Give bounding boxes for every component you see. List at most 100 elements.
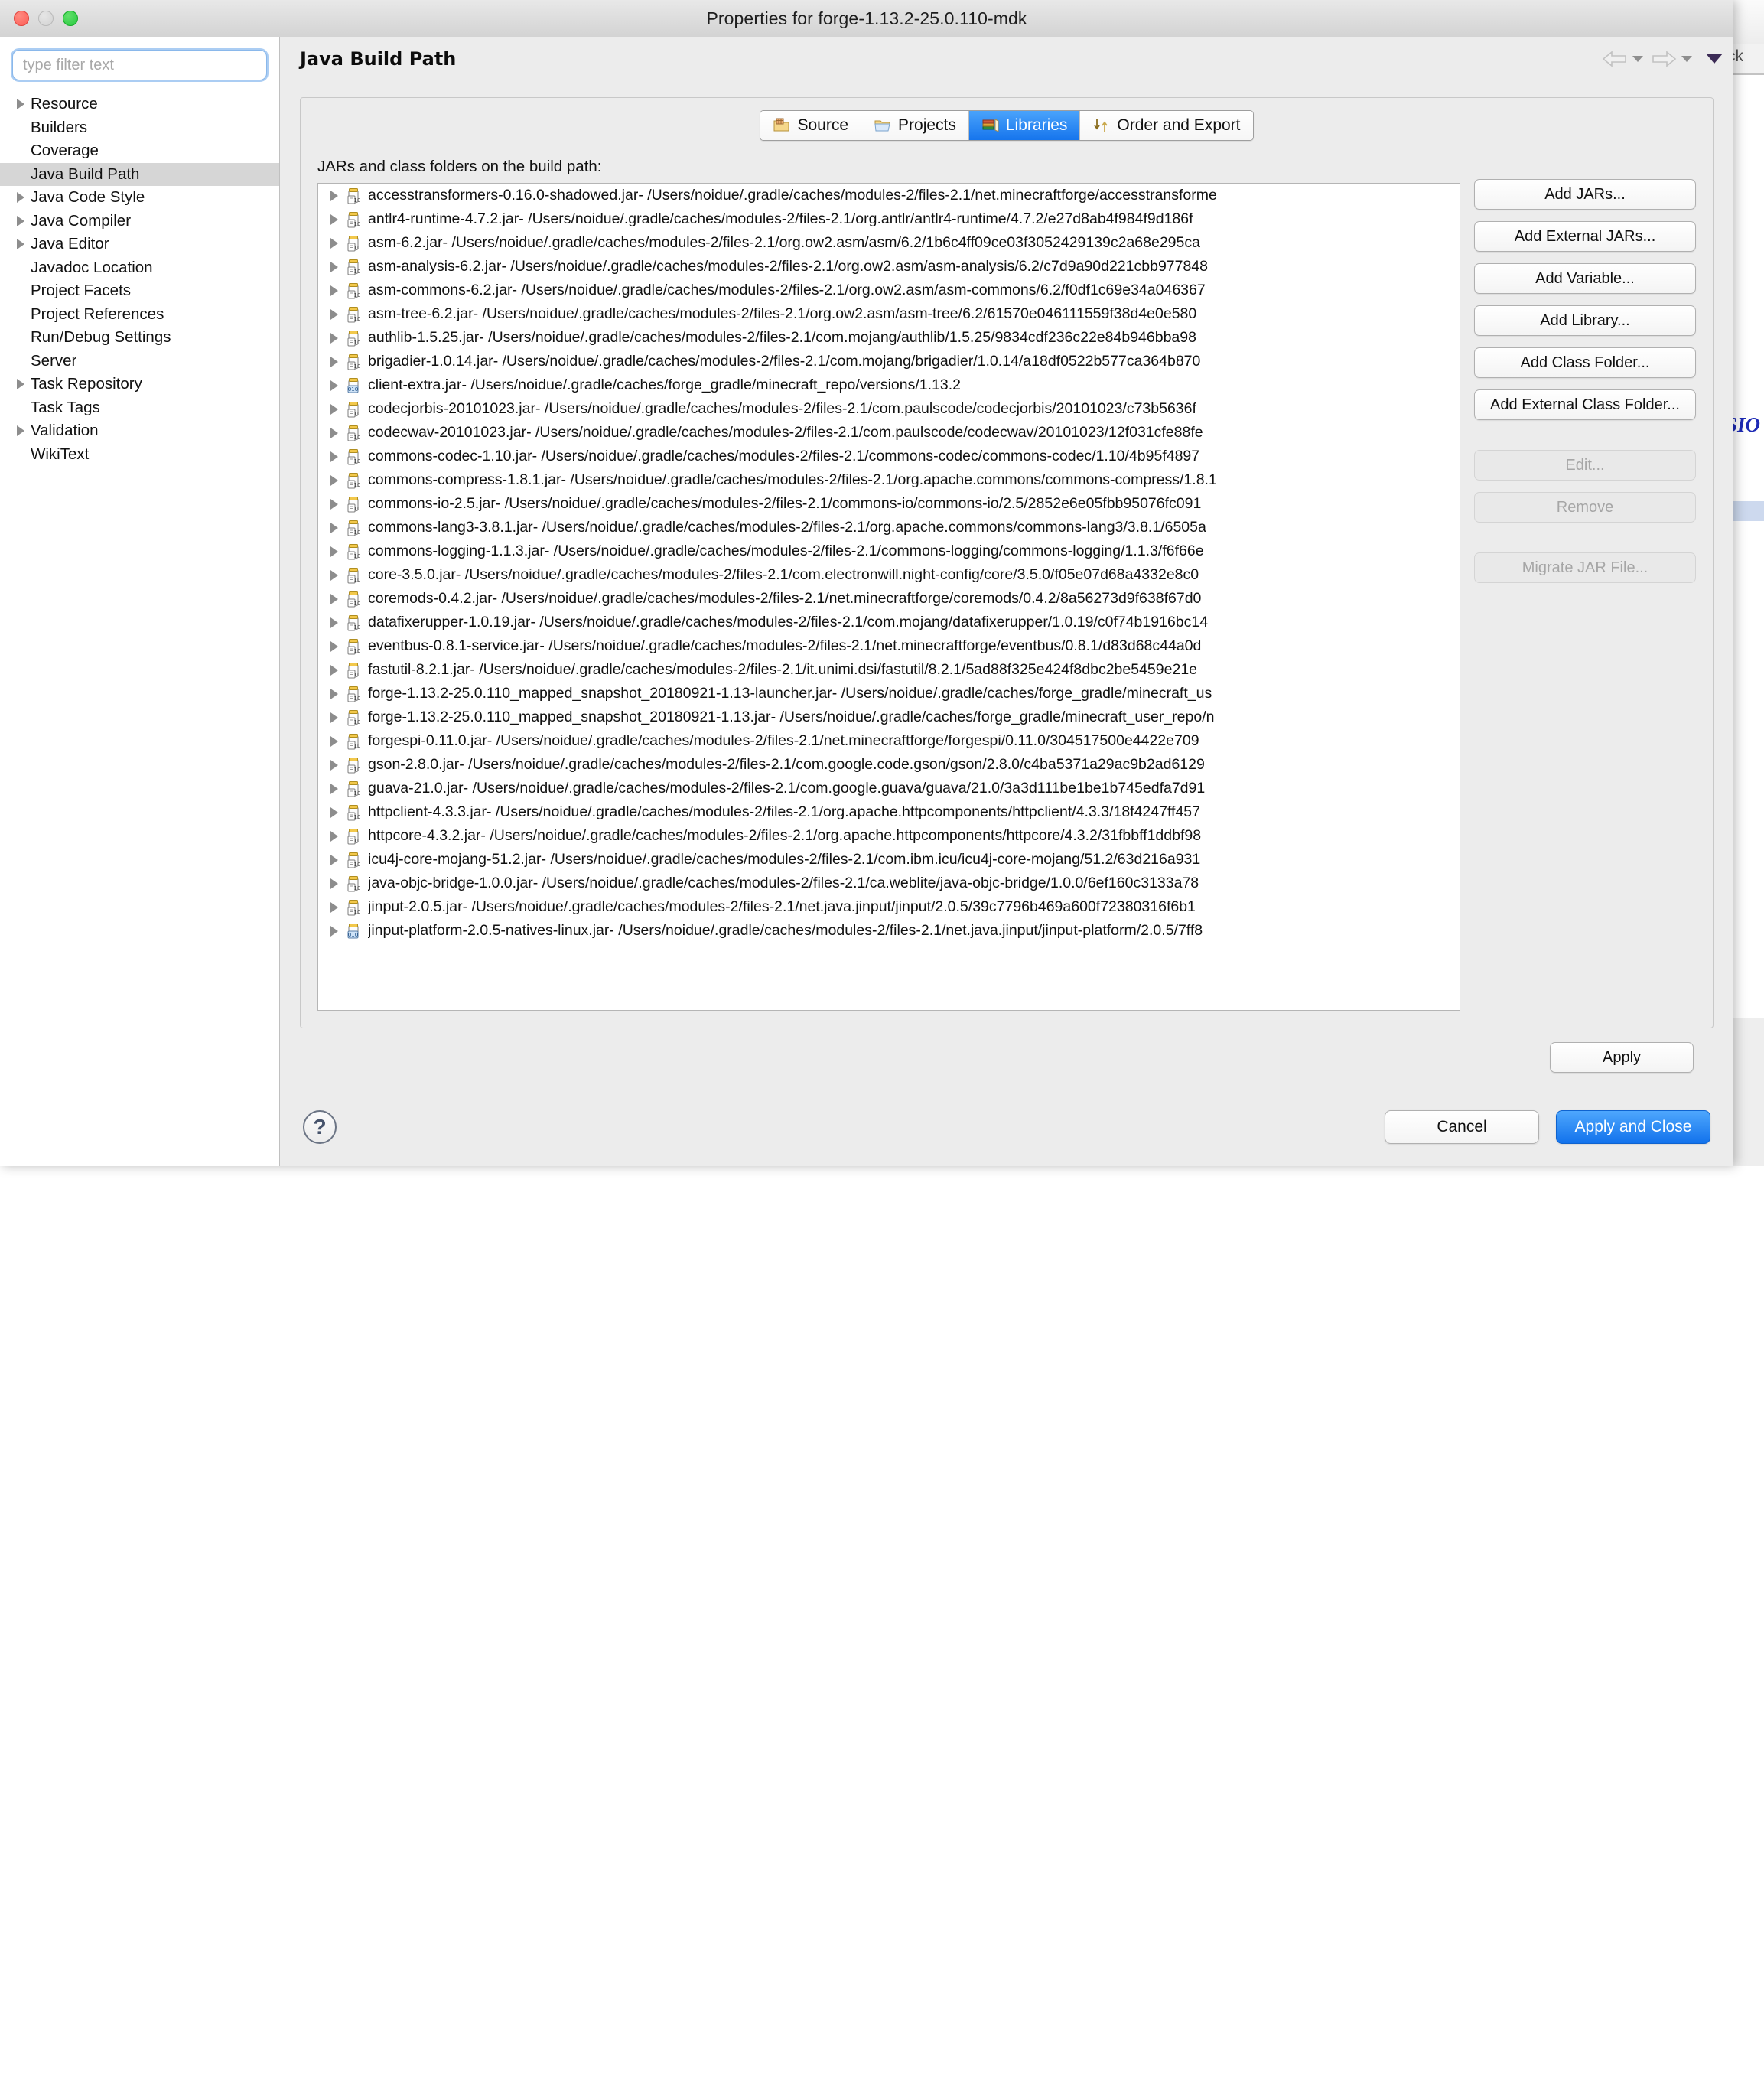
expand-triangle-icon[interactable] [324, 688, 344, 700]
expand-triangle-icon[interactable] [329, 664, 340, 676]
expand-triangle-icon[interactable] [324, 664, 344, 676]
jar-list-item[interactable]: 10codecjorbis-20101023.jar - /Users/noid… [318, 397, 1460, 421]
jar-list-item[interactable]: 10antlr4-runtime-4.7.2.jar - /Users/noid… [318, 207, 1460, 231]
expand-triangle-icon[interactable] [324, 237, 344, 249]
expand-triangle-icon[interactable] [324, 617, 344, 629]
expand-triangle-icon[interactable] [324, 356, 344, 368]
expand-triangle-icon[interactable] [324, 451, 344, 463]
close-window-button[interactable] [14, 11, 29, 26]
jar-list-item[interactable]: 10asm-commons-6.2.jar - /Users/noidue/.g… [318, 279, 1460, 302]
jar-list-item[interactable]: 10codecwav-20101023.jar - /Users/noidue/… [318, 421, 1460, 445]
expand-triangle-icon[interactable] [329, 427, 340, 439]
expand-triangle-icon[interactable] [324, 261, 344, 273]
expand-triangle-icon[interactable] [12, 98, 29, 110]
add-variable-button[interactable]: Add Variable... [1474, 263, 1696, 294]
apply-button[interactable]: Apply [1550, 1042, 1694, 1073]
filter-input[interactable] [12, 50, 267, 80]
jar-list-item[interactable]: 10jinput-2.0.5.jar - /Users/noidue/.grad… [318, 895, 1460, 919]
jar-list-item[interactable]: 10forgespi-0.11.0.jar - /Users/noidue/.g… [318, 729, 1460, 753]
expand-triangle-icon[interactable] [324, 854, 344, 866]
expand-triangle-icon[interactable] [329, 546, 340, 558]
jar-list-item[interactable]: 10forge-1.13.2-25.0.110_mapped_snapshot_… [318, 705, 1460, 729]
expand-triangle-icon[interactable] [324, 498, 344, 510]
tab-order-and-export[interactable]: Order and Export [1080, 111, 1252, 140]
expand-triangle-icon[interactable] [329, 237, 340, 249]
sidebar-item-project-references[interactable]: Project References [0, 303, 279, 327]
expand-triangle-icon[interactable] [329, 735, 340, 748]
jar-list-item[interactable]: 10asm-6.2.jar - /Users/noidue/.gradle/ca… [318, 231, 1460, 255]
add-jars-button[interactable]: Add JARs... [1474, 179, 1696, 210]
sidebar-item-server[interactable]: Server [0, 350, 279, 373]
expand-triangle-icon[interactable] [15, 191, 26, 204]
expand-triangle-icon[interactable] [329, 688, 340, 700]
expand-triangle-icon[interactable] [324, 593, 344, 605]
expand-triangle-icon[interactable] [324, 901, 344, 914]
sidebar-item-task-tags[interactable]: Task Tags [0, 396, 279, 420]
expand-triangle-icon[interactable] [329, 806, 340, 819]
forward-history-chevron-down-icon[interactable] [1681, 56, 1692, 62]
expand-triangle-icon[interactable] [15, 378, 26, 390]
jar-list-item[interactable]: 10forge-1.13.2-25.0.110_mapped_snapshot_… [318, 682, 1460, 705]
expand-triangle-icon[interactable] [324, 640, 344, 653]
cancel-button[interactable]: Cancel [1385, 1110, 1539, 1144]
expand-triangle-icon[interactable] [329, 285, 340, 297]
sidebar-item-run-debug-settings[interactable]: Run/Debug Settings [0, 326, 279, 350]
expand-triangle-icon[interactable] [329, 308, 340, 321]
tab-libraries[interactable]: Libraries [969, 111, 1081, 140]
expand-triangle-icon[interactable] [324, 569, 344, 582]
expand-triangle-icon[interactable] [15, 98, 26, 110]
expand-triangle-icon[interactable] [329, 901, 340, 914]
jar-list[interactable]: 10accesstransformers-0.16.0-shadowed.jar… [317, 183, 1460, 1011]
expand-triangle-icon[interactable] [324, 712, 344, 724]
jar-list-item[interactable]: 010jinput-platform-2.0.5-natives-linux.j… [318, 919, 1460, 943]
back-history-chevron-down-icon[interactable] [1632, 56, 1643, 62]
expand-triangle-icon[interactable] [329, 403, 340, 415]
tab-source[interactable]: Source [760, 111, 861, 140]
expand-triangle-icon[interactable] [329, 213, 340, 226]
sidebar-item-builders[interactable]: Builders [0, 116, 279, 140]
jar-list-item[interactable]: 10brigadier-1.0.14.jar - /Users/noidue/.… [318, 350, 1460, 373]
minimize-window-button[interactable] [38, 11, 54, 26]
expand-triangle-icon[interactable] [329, 522, 340, 534]
jar-list-item[interactable]: 10commons-codec-1.10.jar - /Users/noidue… [318, 445, 1460, 468]
expand-triangle-icon[interactable] [324, 332, 344, 344]
expand-triangle-icon[interactable] [329, 593, 340, 605]
jar-list-item[interactable]: 10java-objc-bridge-1.0.0.jar - /Users/no… [318, 872, 1460, 895]
expand-triangle-icon[interactable] [329, 617, 340, 629]
expand-triangle-icon[interactable] [324, 474, 344, 487]
expand-triangle-icon[interactable] [329, 380, 340, 392]
expand-triangle-icon[interactable] [324, 925, 344, 937]
jar-list-item[interactable]: 10commons-logging-1.1.3.jar - /Users/noi… [318, 539, 1460, 563]
forward-navigation-group[interactable] [1651, 50, 1692, 68]
expand-triangle-icon[interactable] [329, 474, 340, 487]
expand-triangle-icon[interactable] [324, 403, 344, 415]
expand-triangle-icon[interactable] [324, 735, 344, 748]
expand-triangle-icon[interactable] [329, 925, 340, 937]
expand-triangle-icon[interactable] [329, 878, 340, 890]
expand-triangle-icon[interactable] [15, 238, 26, 250]
add-class-folder-button[interactable]: Add Class Folder... [1474, 347, 1696, 378]
jar-list-item[interactable]: 10core-3.5.0.jar - /Users/noidue/.gradle… [318, 563, 1460, 587]
expand-triangle-icon[interactable] [324, 285, 344, 297]
expand-triangle-icon[interactable] [324, 806, 344, 819]
jar-list-item[interactable]: 10asm-tree-6.2.jar - /Users/noidue/.grad… [318, 302, 1460, 326]
expand-triangle-icon[interactable] [12, 425, 29, 437]
sidebar-item-project-facets[interactable]: Project Facets [0, 279, 279, 303]
apply-and-close-button[interactable]: Apply and Close [1556, 1110, 1710, 1144]
expand-triangle-icon[interactable] [15, 425, 26, 437]
expand-triangle-icon[interactable] [324, 190, 344, 202]
jar-list-item[interactable]: 10gson-2.8.0.jar - /Users/noidue/.gradle… [318, 753, 1460, 777]
maximize-window-button[interactable] [63, 11, 78, 26]
add-library-button[interactable]: Add Library... [1474, 305, 1696, 336]
expand-triangle-icon[interactable] [329, 451, 340, 463]
back-arrow-icon[interactable] [1602, 50, 1628, 68]
sidebar-item-java-compiler[interactable]: Java Compiler [0, 210, 279, 233]
sidebar-item-javadoc-location[interactable]: Javadoc Location [0, 256, 279, 280]
jar-list-item[interactable]: 10commons-lang3-3.8.1.jar - /Users/noidu… [318, 516, 1460, 539]
expand-triangle-icon[interactable] [324, 878, 344, 890]
expand-triangle-icon[interactable] [329, 332, 340, 344]
jar-list-item[interactable]: 10icu4j-core-mojang-51.2.jar - /Users/no… [318, 848, 1460, 872]
expand-triangle-icon[interactable] [324, 783, 344, 795]
expand-triangle-icon[interactable] [329, 498, 340, 510]
jar-list-item[interactable]: 10authlib-1.5.25.jar - /Users/noidue/.gr… [318, 326, 1460, 350]
